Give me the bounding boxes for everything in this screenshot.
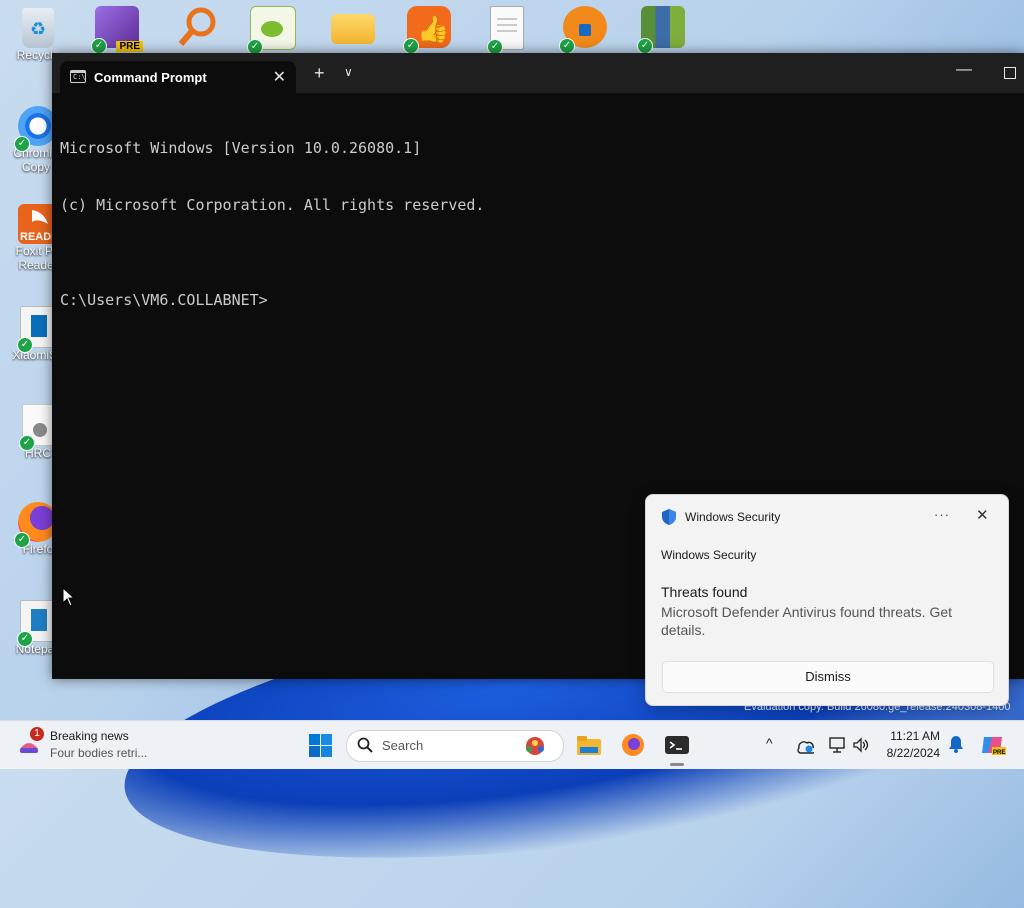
taskbar-file-explorer[interactable]	[576, 733, 602, 757]
notepad-icon: ✓	[17, 600, 56, 647]
hrc-file-icon: ✓	[19, 404, 54, 451]
windows-security-toast[interactable]: Windows Security ··· ✕ Windows Security …	[645, 494, 1009, 706]
desktop-icon-search-tool[interactable]	[172, 6, 222, 52]
sync-ok-icon: ✓	[17, 631, 33, 647]
notification-bell-icon[interactable]	[948, 735, 964, 753]
clock-time[interactable]: 11:21 AM	[878, 729, 940, 743]
thumbs-up-app-icon: 👍 ✓	[403, 6, 451, 54]
notepad-plus-icon: ✓	[247, 6, 296, 55]
close-tab-button[interactable]: ✕	[273, 67, 286, 87]
lock-app-icon: ✓	[559, 6, 607, 54]
news-badge: 1	[30, 727, 44, 741]
desktop-icon-folder[interactable]	[328, 6, 378, 52]
books-app-icon: ✓	[637, 6, 685, 54]
clock-date[interactable]: 8/22/2024	[878, 746, 940, 760]
toast-title: Threats found	[661, 584, 748, 600]
sync-ok-icon: ✓	[91, 38, 107, 54]
folder-icon	[331, 14, 375, 44]
sync-ok-icon: ✓	[19, 435, 35, 451]
sync-ok-icon: ✓	[403, 38, 419, 54]
taskbar-firefox[interactable]	[620, 733, 646, 757]
desktop-icon-notepad-plus[interactable]: ✓	[247, 6, 298, 55]
xiaomi-file-icon: ✓	[17, 306, 56, 353]
firefox-icon	[622, 734, 644, 756]
recycle-bin-icon: ♻	[22, 8, 54, 48]
console-line: (c) Microsoft Corporation. All rights re…	[60, 196, 485, 214]
document-icon: ✓	[487, 6, 524, 55]
minimize-button[interactable]: —	[956, 61, 972, 79]
sync-ok-icon: ✓	[14, 532, 30, 548]
taskbar-search-box[interactable]: Search	[346, 730, 564, 762]
terminal-titlebar[interactable]: C:\ Command Prompt ✕ + ∨ —	[52, 53, 1024, 93]
copilot-preview-icon[interactable]: PRE	[980, 733, 1006, 757]
more-options-button[interactable]: ···	[934, 507, 950, 522]
taskbar: 1 Breaking news Four bodies retri... Sea…	[0, 720, 1024, 769]
new-tab-button[interactable]: +	[314, 63, 325, 84]
toast-sender: Windows Security	[661, 548, 757, 562]
maximize-button[interactable]	[1004, 67, 1016, 79]
desktop-icon-thumbs-up-app[interactable]: 👍 ✓	[403, 6, 454, 54]
visual-studio-preview-icon: PRE ✓	[91, 6, 143, 54]
sync-ok-icon: ✓	[559, 38, 575, 54]
sync-ok-icon: ✓	[14, 136, 30, 152]
desktop-icon-lock-app[interactable]: ✓	[559, 6, 610, 54]
tab-command-prompt[interactable]: C:\ Command Prompt ✕	[60, 61, 296, 93]
console-line: Microsoft Windows [Version 10.0.26080.1]	[60, 139, 422, 157]
sync-ok-icon: ✓	[637, 38, 653, 54]
desktop-icon-books-app[interactable]: ✓	[637, 6, 688, 54]
search-icon	[357, 737, 373, 753]
search-tool-icon	[175, 6, 219, 48]
onedrive-sync-icon[interactable]	[796, 736, 814, 754]
news-subtitle: Four bodies retri...	[50, 746, 148, 760]
show-hidden-icons-button[interactable]: ^	[766, 735, 773, 751]
search-placeholder: Search	[382, 738, 424, 753]
shield-icon	[662, 509, 676, 525]
close-toast-button[interactable]: ✕	[976, 506, 989, 524]
volume-icon[interactable]	[852, 736, 870, 754]
folder-icon	[577, 736, 601, 755]
search-highlight-icon	[526, 737, 544, 755]
terminal-icon	[665, 736, 689, 754]
command-prompt-icon: C:\	[70, 70, 86, 83]
svg-text:👍: 👍	[417, 14, 449, 44]
svg-text:♻: ♻	[30, 19, 46, 39]
preview-badge: PRE	[116, 41, 143, 52]
toast-app-name: Windows Security	[685, 510, 781, 524]
mouse-cursor-icon	[62, 587, 74, 607]
toast-body: Microsoft Defender Antivirus found threa…	[661, 604, 953, 638]
console-output[interactable]: Microsoft Windows [Version 10.0.26080.1]…	[60, 101, 1016, 348]
console-prompt: C:\Users\VM6.COLLABNET>	[60, 291, 268, 309]
desktop-icon-visual-studio-preview[interactable]: PRE ✓	[91, 6, 143, 54]
dismiss-button[interactable]: Dismiss	[662, 661, 994, 693]
news-title: Breaking news	[50, 729, 129, 743]
chevron-down-icon[interactable]: ∨	[344, 65, 353, 79]
active-app-indicator	[670, 763, 684, 766]
network-icon[interactable]	[828, 736, 846, 754]
svg-text:PRE: PRE	[993, 750, 1005, 756]
sync-ok-icon: ✓	[17, 337, 33, 353]
desktop-icon-document[interactable]: ✓	[482, 6, 532, 55]
tab-title: Command Prompt	[94, 70, 207, 85]
windows-start-button[interactable]	[309, 734, 332, 757]
taskbar-terminal[interactable]	[664, 733, 690, 757]
